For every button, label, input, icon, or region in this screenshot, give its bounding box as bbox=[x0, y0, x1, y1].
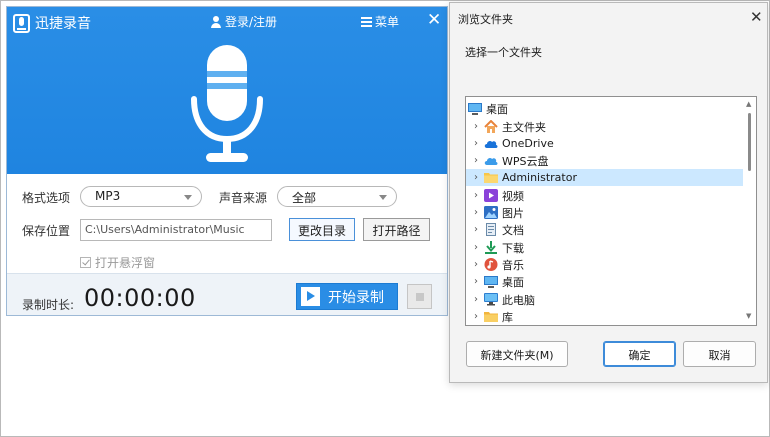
dialog-title: 浏览文件夹 bbox=[458, 13, 513, 26]
chevron-right-icon[interactable]: › bbox=[470, 242, 482, 253]
folder-tree[interactable]: 桌面 › 主文件夹 › OneDrive › WPS云盘 › Administr… bbox=[465, 96, 757, 326]
tree-item-administrator[interactable]: › Administrator bbox=[466, 169, 743, 186]
source-label: 声音来源 bbox=[219, 191, 268, 205]
tree-item-wps-cloud[interactable]: › WPS云盘 bbox=[466, 152, 744, 169]
browse-folder-dialog: 浏览文件夹 ✕ 选择一个文件夹 桌面 › 主文件夹 › OneDrive › W… bbox=[449, 2, 768, 383]
save-path-input[interactable]: C:\Users\Administrator\Music bbox=[80, 219, 272, 241]
open-path-button[interactable]: 打开路径 bbox=[363, 218, 430, 241]
tree-item-this-pc[interactable]: › 此电脑 bbox=[466, 291, 744, 308]
microphone-icon bbox=[191, 45, 263, 162]
tree-item-pictures[interactable]: › 图片 bbox=[466, 204, 744, 221]
tree-item-music[interactable]: › 音乐 bbox=[466, 256, 744, 273]
desktop-icon bbox=[468, 102, 482, 115]
app-logo-icon bbox=[13, 14, 30, 33]
cancel-button[interactable]: 取消 bbox=[683, 341, 756, 367]
video-icon bbox=[484, 189, 498, 202]
stop-button[interactable] bbox=[407, 284, 432, 309]
tree-item-label: 库 bbox=[502, 310, 513, 324]
chevron-down-icon bbox=[184, 195, 192, 200]
chevron-right-icon[interactable]: › bbox=[470, 172, 482, 183]
tree-item-label: 下载 bbox=[502, 241, 524, 255]
desktop-icon bbox=[484, 275, 498, 288]
chevron-right-icon[interactable]: › bbox=[470, 207, 482, 218]
documents-icon bbox=[484, 223, 498, 236]
play-icon bbox=[301, 287, 320, 306]
chevron-right-icon[interactable]: › bbox=[470, 294, 482, 305]
folder-icon bbox=[484, 171, 498, 184]
save-location-label: 保存位置 bbox=[22, 224, 71, 238]
source-select[interactable]: 全部 bbox=[277, 186, 397, 207]
tree-item-downloads[interactable]: › 下载 bbox=[466, 239, 744, 256]
change-directory-button[interactable]: 更改目录 bbox=[289, 218, 355, 241]
tree-item-label: OneDrive bbox=[502, 137, 554, 150]
duration-value: 00:00:00 bbox=[84, 284, 196, 312]
recorder-header: 迅捷录音 登录/注册 菜单 ✕ bbox=[7, 7, 447, 174]
close-icon[interactable]: ✕ bbox=[427, 10, 441, 30]
tree-item-label: 桌面 bbox=[502, 275, 524, 289]
chevron-right-icon[interactable]: › bbox=[470, 259, 482, 270]
tree-item-label: 音乐 bbox=[502, 258, 524, 272]
tree-item-libraries[interactable]: › 库 bbox=[466, 308, 744, 325]
float-window-label: 打开悬浮窗 bbox=[95, 256, 156, 270]
tree-item-onedrive[interactable]: › OneDrive bbox=[466, 135, 744, 152]
onedrive-cloud-icon bbox=[484, 137, 498, 150]
new-folder-button[interactable]: 新建文件夹(M) bbox=[466, 341, 568, 367]
duration-label: 录制时长: bbox=[22, 298, 75, 312]
source-value: 全部 bbox=[292, 191, 317, 205]
home-icon bbox=[484, 119, 498, 133]
scroll-up-arrow-icon[interactable]: ▲ bbox=[746, 100, 751, 108]
chevron-down-icon bbox=[379, 195, 387, 200]
tree-item-desktop-root[interactable]: 桌面 bbox=[466, 100, 744, 117]
format-select[interactable]: MP3 bbox=[80, 186, 202, 207]
chevron-right-icon[interactable]: › bbox=[470, 276, 482, 287]
wps-cloud-icon bbox=[484, 154, 498, 167]
recorder-footer: 录制时长: 00:00:00 开始录制 bbox=[7, 273, 447, 315]
checkbox-checked-icon bbox=[80, 257, 91, 268]
chevron-right-icon[interactable]: › bbox=[470, 190, 482, 201]
tree-item-desktop[interactable]: › 桌面 bbox=[466, 273, 744, 290]
menu-icon bbox=[361, 16, 372, 27]
dialog-prompt: 选择一个文件夹 bbox=[465, 46, 542, 59]
recorder-window: 迅捷录音 登录/注册 菜单 ✕ 格式选项 MP3 声音来源 全部 保存位置 C:… bbox=[6, 6, 448, 316]
tree-item-documents[interactable]: › 文档 bbox=[466, 221, 744, 238]
ok-button[interactable]: 确定 bbox=[603, 341, 676, 367]
tree-item-label: WPS云盘 bbox=[502, 154, 549, 168]
float-window-checkbox[interactable]: 打开悬浮窗 bbox=[80, 254, 155, 271]
tree-item-label: 图片 bbox=[502, 206, 524, 220]
chevron-right-icon[interactable]: › bbox=[470, 311, 482, 322]
recorder-settings: 格式选项 MP3 声音来源 全部 保存位置 C:\Users\Administr… bbox=[7, 174, 447, 276]
folder-icon bbox=[484, 310, 498, 323]
start-recording-button[interactable]: 开始录制 bbox=[296, 283, 398, 310]
tree-item-label: Administrator bbox=[502, 171, 577, 184]
tree-item-videos[interactable]: › 视频 bbox=[466, 187, 744, 204]
app-title: 迅捷录音 bbox=[35, 16, 91, 32]
tree-item-label: 文档 bbox=[502, 223, 524, 237]
scroll-down-arrow-icon[interactable]: ▼ bbox=[746, 312, 751, 320]
tree-item-label: 桌面 bbox=[486, 102, 508, 116]
computer-icon bbox=[484, 293, 498, 306]
format-value: MP3 bbox=[95, 189, 121, 203]
chevron-right-icon[interactable]: › bbox=[470, 224, 482, 235]
close-icon[interactable]: ✕ bbox=[750, 8, 763, 26]
start-recording-label: 开始录制 bbox=[328, 289, 384, 306]
download-icon bbox=[484, 241, 498, 254]
format-label: 格式选项 bbox=[22, 191, 71, 205]
music-icon bbox=[484, 258, 498, 271]
menu-button[interactable]: 菜单 bbox=[361, 13, 399, 30]
chevron-right-icon[interactable]: › bbox=[470, 155, 482, 166]
tree-item-label: 主文件夹 bbox=[502, 120, 546, 134]
login-register-label: 登录/注册 bbox=[225, 15, 278, 29]
tree-item-label: 视频 bbox=[502, 189, 524, 203]
user-icon bbox=[211, 15, 221, 28]
screen: 迅捷录音 登录/注册 菜单 ✕ 格式选项 MP3 声音来源 全部 保存位置 C:… bbox=[0, 0, 770, 437]
chevron-right-icon[interactable]: › bbox=[470, 121, 482, 132]
tree-item-home[interactable]: › 主文件夹 bbox=[466, 118, 744, 135]
pictures-icon bbox=[484, 206, 498, 219]
menu-label: 菜单 bbox=[375, 15, 400, 29]
tree-item-label: 此电脑 bbox=[502, 293, 535, 307]
login-register-link[interactable]: 登录/注册 bbox=[211, 13, 277, 30]
chevron-right-icon[interactable]: › bbox=[470, 138, 482, 149]
tree-scrollbar-thumb[interactable] bbox=[748, 113, 751, 171]
